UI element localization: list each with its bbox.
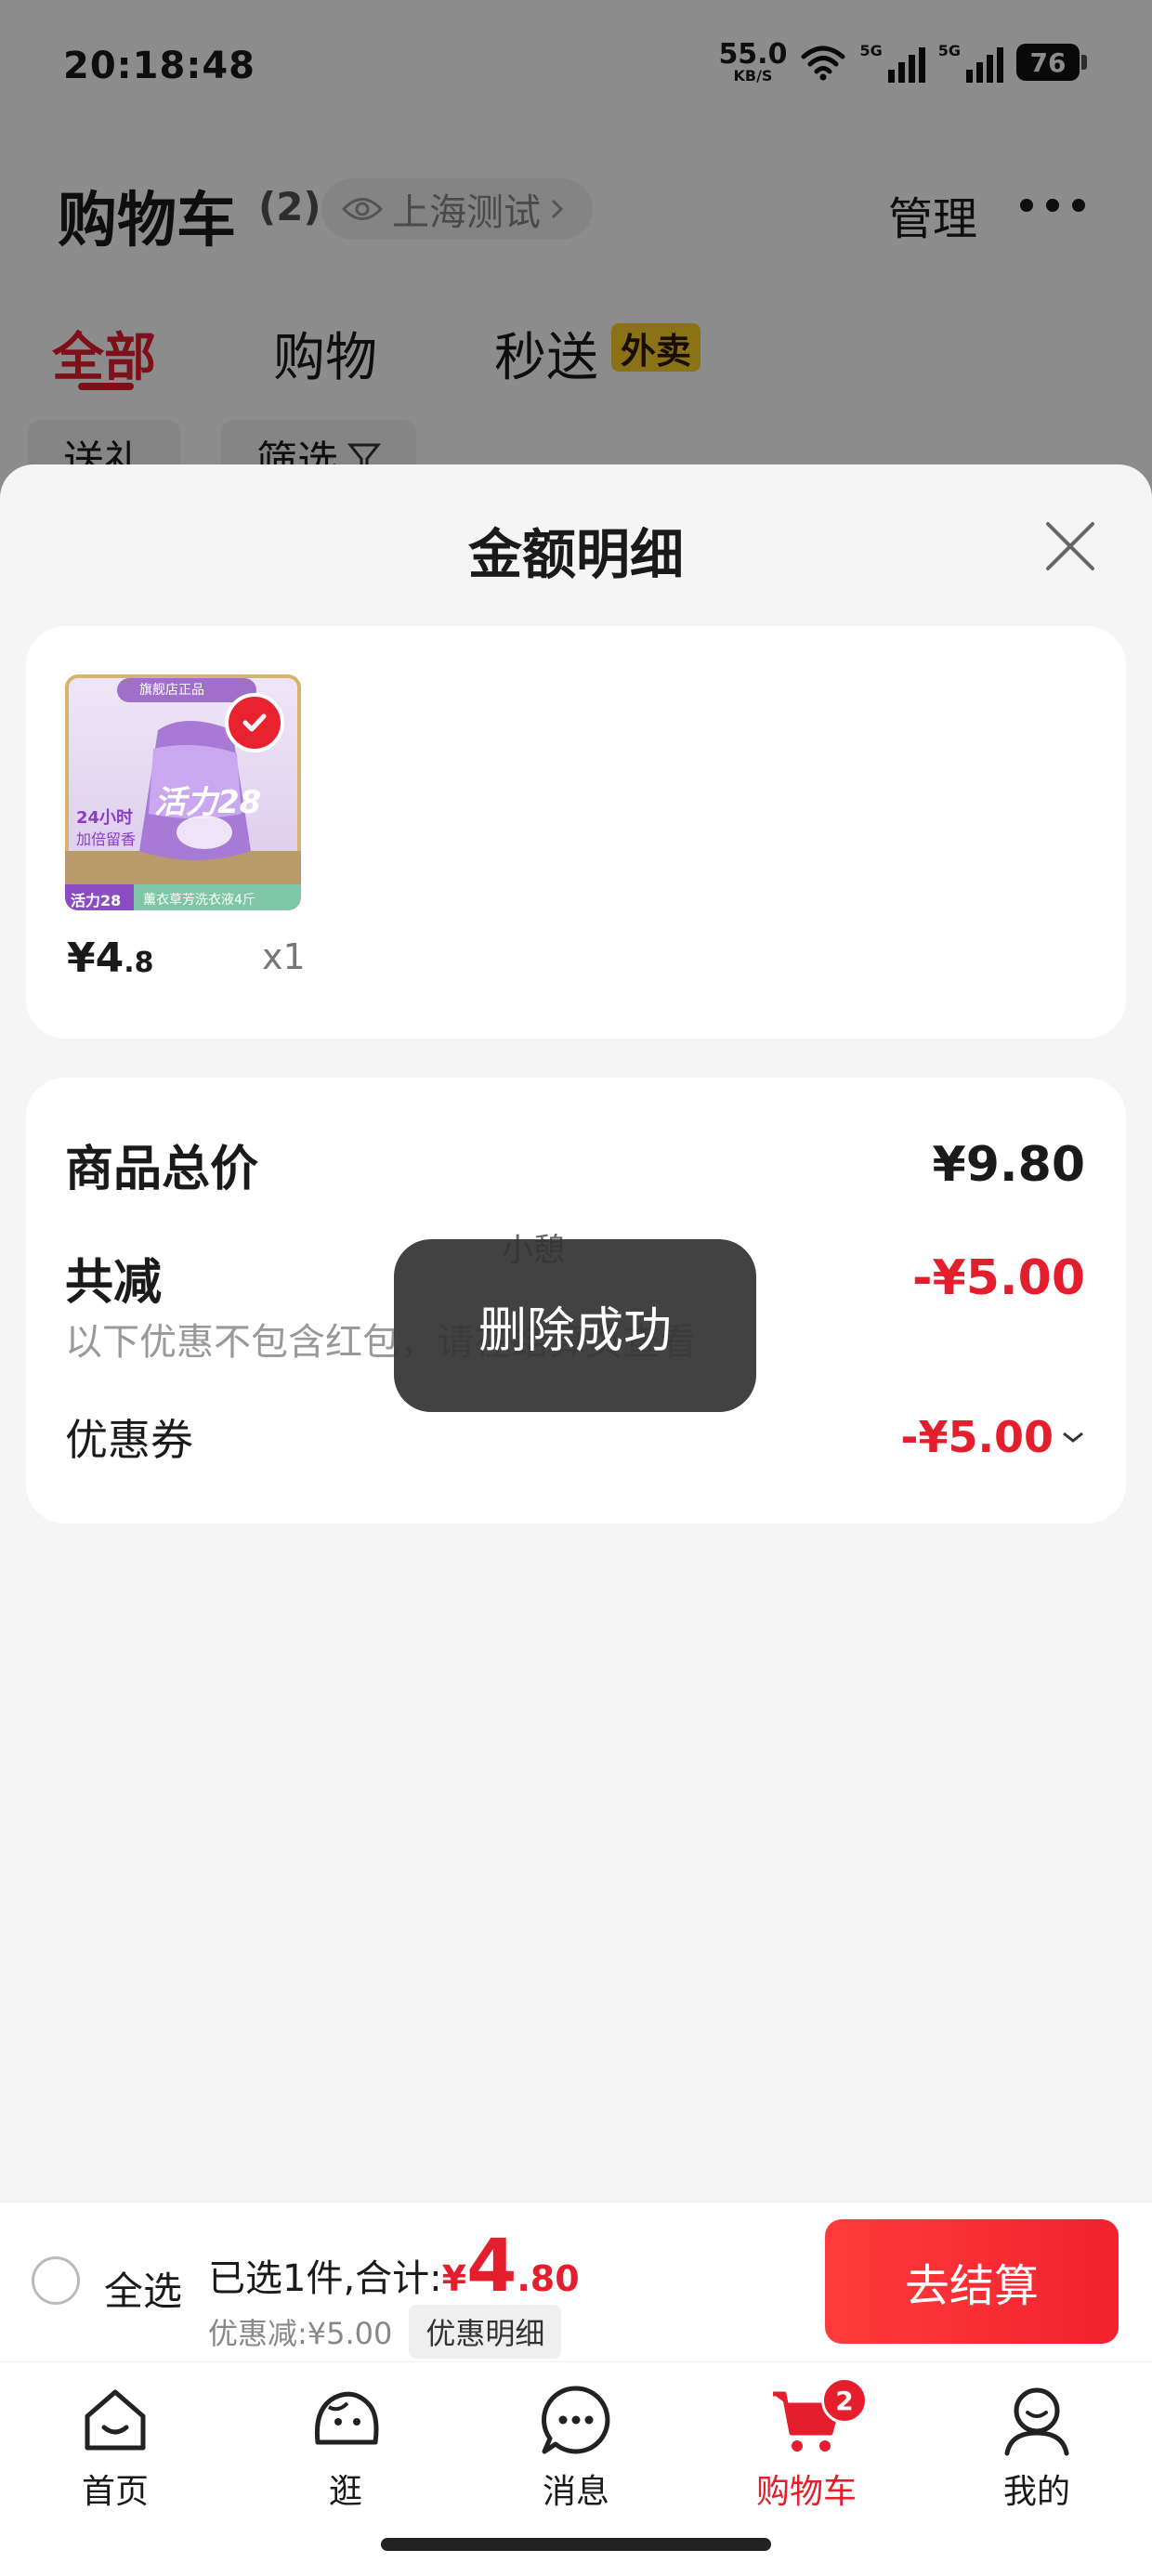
explore-icon [314,2391,379,2445]
discount-text: 优惠减:¥5.00 [208,2316,393,2351]
selected-check-icon[interactable] [225,693,284,752]
select-all-label[interactable]: 全选 [104,2260,182,2317]
nav-label-profile: 我的 [1002,2473,1070,2511]
nav-item-home[interactable]: 首页 [41,2381,190,2513]
nav-item-cart[interactable]: 2 购物车 [732,2377,881,2513]
profile-icon [1004,2387,1069,2456]
nav-item-explore[interactable]: 逛 [271,2381,420,2513]
image-bottom-text: 薰衣草芳洗衣液4斤 [143,893,255,908]
product-card: 旗舰店正品 活力28 24小时 加倍留香 活力28 薰衣草芳洗衣液4斤 ¥4.8… [26,626,1126,1039]
nav-label-explore: 逛 [328,2473,362,2511]
checkout-bar: 全选 已选1件,合计: ¥ 4 .80 优惠减:¥5.00 优惠明细 去结算 [0,2202,1152,2362]
cart-badge: 2 [821,2377,868,2424]
coupon-label: 优惠券 [65,1415,193,1465]
total-currency: ¥ [441,2258,467,2299]
image-brand-big: 活力28 [154,784,262,821]
home-indicator[interactable] [381,2538,771,2551]
selected-text: 已选1件,合计: [208,2257,442,2300]
total-price-label: 商品总价 [65,1142,259,1197]
select-all-radio[interactable] [32,2256,80,2305]
checkout-button[interactable]: 去结算 [825,2219,1119,2344]
nav-item-profile[interactable]: 我的 [962,2381,1111,2513]
discount-line: 优惠减:¥5.00 优惠明细 [208,2305,562,2359]
image-side-text-1: 24小时 [76,808,134,828]
total-price-value: ¥9.80 [932,1136,1085,1193]
nav-label-cart: 购物车 [755,2473,857,2511]
reduction-label: 共减 [65,1255,163,1311]
modal-backdrop[interactable] [0,0,1152,520]
image-top-text: 旗舰店正品 [139,683,204,698]
sheet-title: 金额明细 [467,523,684,586]
image-side-text-2: 加倍留香 [76,830,137,848]
discount-detail-button[interactable]: 优惠明细 [409,2305,562,2359]
nav-label-messages: 消息 [542,2473,609,2511]
coupon-row[interactable]: 优惠券 -¥5.00 [65,1406,1085,1468]
toast-message: 删除成功 [394,1239,756,1412]
total-price-row: 商品总价 ¥9.80 [65,1130,1085,1199]
nav-label-home: 首页 [81,2473,149,2511]
coupon-value-wrap: -¥5.00 [900,1412,1085,1462]
nav-item-messages[interactable]: 消息 [502,2381,650,2513]
selected-summary: 已选1件,合计: ¥ 4 .80 [208,2230,580,2303]
total-dec: .80 [517,2258,580,2299]
message-icon [542,2386,610,2454]
chevron-down-icon [1063,1432,1083,1443]
total-int: 4 [466,2225,517,2308]
home-icon [85,2389,146,2451]
reduction-value: -¥5.00 [911,1249,1085,1306]
product-price: ¥4.8 [67,935,154,982]
image-brand-label: 活力28 [71,892,122,909]
product-price-int: ¥4 [67,935,124,982]
coupon-value: -¥5.00 [900,1412,1054,1462]
product-quantity: x1 [262,936,306,977]
product-price-dec: .8 [124,947,154,979]
close-icon[interactable] [1041,517,1100,576]
